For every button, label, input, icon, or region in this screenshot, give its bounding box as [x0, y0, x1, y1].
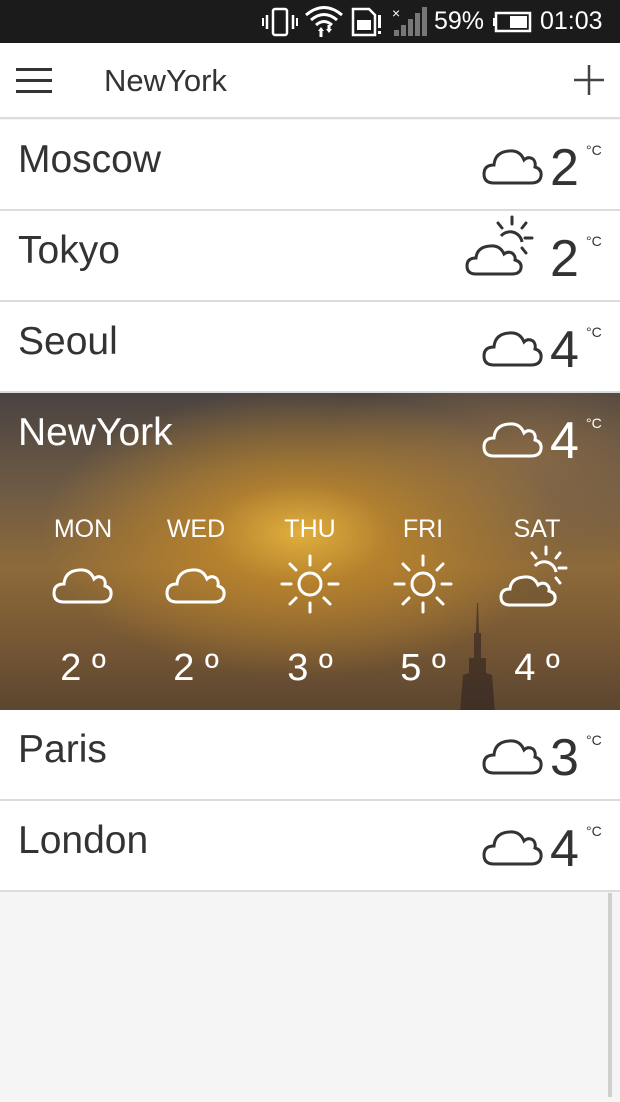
city-row-seoul[interactable]: Seoul 4 °C	[0, 302, 620, 393]
forecast-day-label: THU	[284, 515, 336, 543]
forecast-day-mon: MON 2 º	[28, 515, 138, 689]
hamburger-menu-icon[interactable]	[16, 65, 54, 95]
cloud-icon	[165, 568, 226, 604]
temperature-unit: °C	[586, 732, 602, 748]
app-bar: NewYork	[0, 43, 620, 119]
sim-icon	[350, 0, 384, 43]
forecast-day-wed: WED 2 º	[141, 515, 251, 689]
temperature: 4	[550, 321, 579, 379]
cloud-icon	[52, 568, 113, 604]
temperature: 2	[550, 230, 579, 288]
city-row-moscow[interactable]: Moscow 2 °C	[0, 120, 620, 211]
city-row-tokyo[interactable]: Tokyo 2 °C	[0, 211, 620, 302]
city-name: Seoul	[18, 320, 118, 363]
forecast-temp: 4 º	[514, 647, 560, 689]
svg-text:×: ×	[392, 6, 400, 21]
partly-cloudy-icon	[465, 215, 534, 276]
forecast-day-thu: THU 3 º	[255, 515, 365, 689]
forecast-temp: 2 º	[173, 647, 219, 689]
sun-icon	[280, 554, 340, 614]
forecast-day-sat: SAT 4 º	[482, 515, 592, 689]
city-name: London	[18, 819, 149, 862]
cloud-icon	[482, 422, 543, 458]
signal-icon: ×	[392, 0, 428, 43]
temperature-unit: °C	[586, 233, 602, 249]
temperature: 3	[550, 729, 579, 787]
empty-list-area	[0, 893, 620, 1102]
cloud-icon	[482, 149, 543, 185]
forecast-day-label: WED	[166, 515, 226, 543]
scrollbar[interactable]	[608, 893, 612, 1097]
forecast-day-label: SAT	[513, 515, 561, 543]
city-name: Paris	[18, 728, 107, 771]
city-name: Tokyo	[18, 229, 120, 272]
wifi-icon	[304, 0, 344, 43]
status-bar: × 59% 01:03	[0, 0, 620, 43]
forecast-temp: 5 º	[400, 647, 446, 689]
clock: 01:03	[540, 7, 603, 35]
city-row-paris[interactable]: Paris 3 °C	[0, 710, 620, 801]
battery-percent: 59%	[434, 7, 485, 35]
city-name: Moscow	[18, 138, 162, 181]
cloud-icon	[482, 331, 543, 367]
temperature: 4	[550, 412, 579, 470]
cloud-icon	[482, 739, 543, 775]
forecast-temp: 2 º	[60, 647, 106, 689]
cloud-icon	[482, 830, 543, 866]
app-title: NewYork	[104, 63, 227, 98]
temperature-unit: °C	[586, 324, 602, 340]
forecast-day-fri: FRI 5 º	[368, 515, 478, 689]
forecast-day-label: MON	[53, 515, 113, 543]
city-row-london[interactable]: London 4 °C	[0, 801, 620, 892]
city-card-newyork-expanded[interactable]: NewYork 4 °C MON 2 º WED 2 º THU 3 º FRI	[0, 393, 620, 710]
battery-icon	[493, 0, 533, 43]
temperature-unit: °C	[586, 415, 602, 431]
forecast-temp: 3 º	[287, 647, 333, 689]
temperature: 4	[550, 820, 579, 878]
partly-cloudy-icon	[499, 545, 568, 607]
temperature-unit: °C	[586, 142, 602, 158]
sun-icon	[393, 554, 453, 614]
forecast-day-label: FRI	[402, 515, 444, 543]
vibrate-icon	[262, 0, 298, 43]
temperature: 2	[550, 139, 579, 197]
plus-icon[interactable]	[572, 63, 606, 97]
city-name: NewYork	[18, 411, 173, 454]
temperature-unit: °C	[586, 823, 602, 839]
